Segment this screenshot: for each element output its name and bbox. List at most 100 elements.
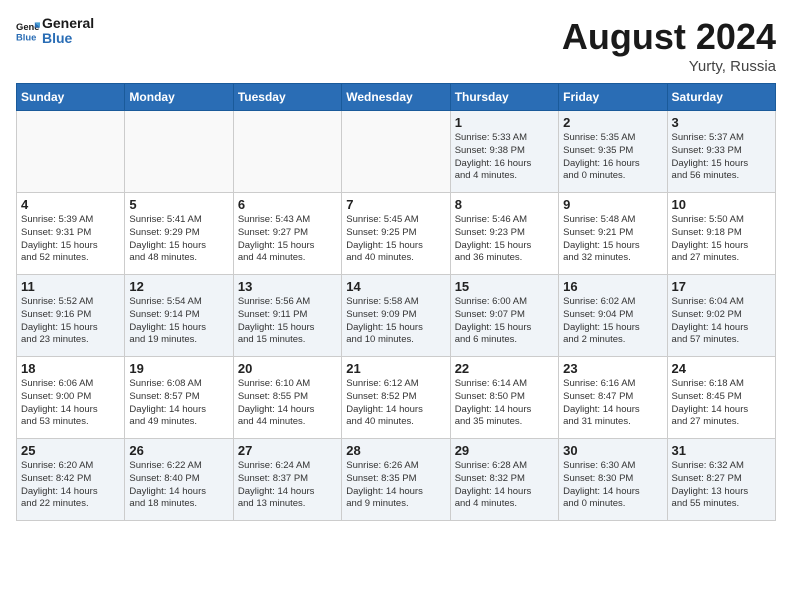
calendar-cell: 22 Sunrise: 6:14 AMSunset: 8:50 PMDayligh… [450, 357, 558, 439]
title-block: August 2024 Yurty, Russia [562, 16, 776, 75]
day-number: 9 [563, 197, 662, 212]
calendar-cell: 10 Sunrise: 5:50 AMSunset: 9:18 PMDayligh… [667, 193, 775, 275]
day-number: 18 [21, 361, 120, 376]
day-number: 29 [455, 443, 554, 458]
calendar-cell: 25 Sunrise: 6:20 AMSunset: 8:42 PMDayligh… [17, 439, 125, 521]
cell-details: Sunrise: 5:35 AMSunset: 9:35 PMDaylight:… [563, 132, 662, 183]
calendar-cell: 14 Sunrise: 5:58 AMSunset: 9:09 PMDayligh… [342, 275, 450, 357]
day-number: 19 [129, 361, 228, 376]
day-number: 21 [346, 361, 445, 376]
cell-details: Sunrise: 5:56 AMSunset: 9:11 PMDaylight:… [238, 296, 337, 347]
calendar-cell: 4 Sunrise: 5:39 AMSunset: 9:31 PMDaylight… [17, 193, 125, 275]
calendar-cell: 15Sunrise: 6:00 AMSunset: 9:07 PMDayligh… [450, 275, 558, 357]
calendar-cell: 12 Sunrise: 5:54 AMSunset: 9:14 PMDayligh… [125, 275, 233, 357]
calendar-cell [17, 111, 125, 193]
svg-text:Blue: Blue [16, 32, 36, 43]
cell-details: Sunrise: 5:45 AMSunset: 9:25 PMDaylight:… [346, 214, 445, 265]
calendar-cell: 26 Sunrise: 6:22 AMSunset: 8:40 PMDayligh… [125, 439, 233, 521]
calendar-cell [342, 111, 450, 193]
day-number: 8 [455, 197, 554, 212]
logo-text: General Blue [42, 16, 94, 47]
day-number: 22 [455, 361, 554, 376]
logo: General Blue General Blue [16, 16, 94, 47]
weekday-header-wednesday: Wednesday [342, 84, 450, 111]
calendar-cell: 17 Sunrise: 6:04 AMSunset: 9:02 PMDayligh… [667, 275, 775, 357]
calendar-cell: 18 Sunrise: 6:06 AMSunset: 9:00 PMDayligh… [17, 357, 125, 439]
calendar-cell: 28Sunrise: 6:26 AMSunset: 8:35 PMDayligh… [342, 439, 450, 521]
calendar-cell: 3 Sunrise: 5:37 AMSunset: 9:33 PMDaylight… [667, 111, 775, 193]
day-number: 13 [238, 279, 337, 294]
calendar-cell: 11 Sunrise: 5:52 AMSunset: 9:16 PMDayligh… [17, 275, 125, 357]
calendar-cell: 1Sunrise: 5:33 AMSunset: 9:38 PMDaylight… [450, 111, 558, 193]
day-number: 14 [346, 279, 445, 294]
cell-details: Sunrise: 5:41 AMSunset: 9:29 PMDaylight:… [129, 214, 228, 265]
cell-details: Sunrise: 5:39 AMSunset: 9:31 PMDaylight:… [21, 214, 120, 265]
cell-details: Sunrise: 6:28 AMSunset: 8:32 PMDaylight:… [455, 460, 554, 511]
calendar-cell: 13 Sunrise: 5:56 AMSunset: 9:11 PMDayligh… [233, 275, 341, 357]
day-number: 27 [238, 443, 337, 458]
location: Yurty, Russia [562, 58, 776, 75]
calendar-cell: 7Sunrise: 5:45 AMSunset: 9:25 PMDaylight… [342, 193, 450, 275]
cell-details: Sunrise: 6:30 AMSunset: 8:30 PMDaylight:… [563, 460, 662, 511]
calendar-cell: 20 Sunrise: 6:10 AMSunset: 8:55 PMDayligh… [233, 357, 341, 439]
cell-details: Sunrise: 6:18 AMSunset: 8:45 PMDaylight:… [672, 378, 771, 429]
day-number: 23 [563, 361, 662, 376]
calendar-cell: 2 Sunrise: 5:35 AMSunset: 9:35 PMDaylight… [559, 111, 667, 193]
day-number: 6 [238, 197, 337, 212]
day-number: 12 [129, 279, 228, 294]
cell-details: Sunrise: 5:48 AMSunset: 9:21 PMDaylight:… [563, 214, 662, 265]
cell-details: Sunrise: 5:58 AMSunset: 9:09 PMDaylight:… [346, 296, 445, 347]
cell-details: Sunrise: 6:32 AMSunset: 8:27 PMDaylight:… [672, 460, 771, 511]
cell-details: Sunrise: 6:02 AMSunset: 9:04 PMDaylight:… [563, 296, 662, 347]
day-number: 2 [563, 115, 662, 130]
cell-details: Sunrise: 5:54 AMSunset: 9:14 PMDaylight:… [129, 296, 228, 347]
calendar-cell: 27Sunrise: 6:24 AMSunset: 8:37 PMDayligh… [233, 439, 341, 521]
month-year: August 2024 [562, 16, 776, 58]
cell-details: Sunrise: 5:46 AMSunset: 9:23 PMDaylight:… [455, 214, 554, 265]
cell-details: Sunrise: 6:00 AMSunset: 9:07 PMDaylight:… [455, 296, 554, 347]
cell-details: Sunrise: 5:50 AMSunset: 9:18 PMDaylight:… [672, 214, 771, 265]
cell-details: Sunrise: 6:04 AMSunset: 9:02 PMDaylight:… [672, 296, 771, 347]
day-number: 16 [563, 279, 662, 294]
weekday-header-monday: Monday [125, 84, 233, 111]
calendar-cell: 5 Sunrise: 5:41 AMSunset: 9:29 PMDaylight… [125, 193, 233, 275]
day-number: 25 [21, 443, 120, 458]
day-number: 1 [455, 115, 554, 130]
weekday-header-friday: Friday [559, 84, 667, 111]
day-number: 11 [21, 279, 120, 294]
day-number: 28 [346, 443, 445, 458]
cell-details: Sunrise: 6:08 AMSunset: 8:57 PMDaylight:… [129, 378, 228, 429]
day-number: 24 [672, 361, 771, 376]
cell-details: Sunrise: 6:20 AMSunset: 8:42 PMDaylight:… [21, 460, 120, 511]
weekday-header-tuesday: Tuesday [233, 84, 341, 111]
calendar-table: SundayMondayTuesdayWednesdayThursdayFrid… [16, 83, 776, 521]
weekday-header-sunday: Sunday [17, 84, 125, 111]
cell-details: Sunrise: 6:22 AMSunset: 8:40 PMDaylight:… [129, 460, 228, 511]
calendar-cell: 31 Sunrise: 6:32 AMSunset: 8:27 PMDayligh… [667, 439, 775, 521]
day-number: 4 [21, 197, 120, 212]
day-number: 31 [672, 443, 771, 458]
calendar-cell: 16 Sunrise: 6:02 AMSunset: 9:04 PMDayligh… [559, 275, 667, 357]
day-number: 26 [129, 443, 228, 458]
cell-details: Sunrise: 6:10 AMSunset: 8:55 PMDaylight:… [238, 378, 337, 429]
cell-details: Sunrise: 5:37 AMSunset: 9:33 PMDaylight:… [672, 132, 771, 183]
day-number: 30 [563, 443, 662, 458]
calendar-cell: 23 Sunrise: 6:16 AMSunset: 8:47 PMDayligh… [559, 357, 667, 439]
day-number: 5 [129, 197, 228, 212]
day-number: 20 [238, 361, 337, 376]
calendar-cell [233, 111, 341, 193]
day-number: 3 [672, 115, 771, 130]
cell-details: Sunrise: 5:43 AMSunset: 9:27 PMDaylight:… [238, 214, 337, 265]
calendar-cell: 24 Sunrise: 6:18 AMSunset: 8:45 PMDayligh… [667, 357, 775, 439]
cell-details: Sunrise: 6:06 AMSunset: 9:00 PMDaylight:… [21, 378, 120, 429]
calendar-cell: 9 Sunrise: 5:48 AMSunset: 9:21 PMDaylight… [559, 193, 667, 275]
weekday-header-thursday: Thursday [450, 84, 558, 111]
day-number: 10 [672, 197, 771, 212]
cell-details: Sunrise: 6:16 AMSunset: 8:47 PMDaylight:… [563, 378, 662, 429]
day-number: 17 [672, 279, 771, 294]
calendar-cell: 21Sunrise: 6:12 AMSunset: 8:52 PMDayligh… [342, 357, 450, 439]
calendar-cell: 6 Sunrise: 5:43 AMSunset: 9:27 PMDaylight… [233, 193, 341, 275]
cell-details: Sunrise: 6:14 AMSunset: 8:50 PMDaylight:… [455, 378, 554, 429]
page-header: General Blue General Blue August 2024 Yu… [16, 16, 776, 75]
cell-details: Sunrise: 5:52 AMSunset: 9:16 PMDaylight:… [21, 296, 120, 347]
